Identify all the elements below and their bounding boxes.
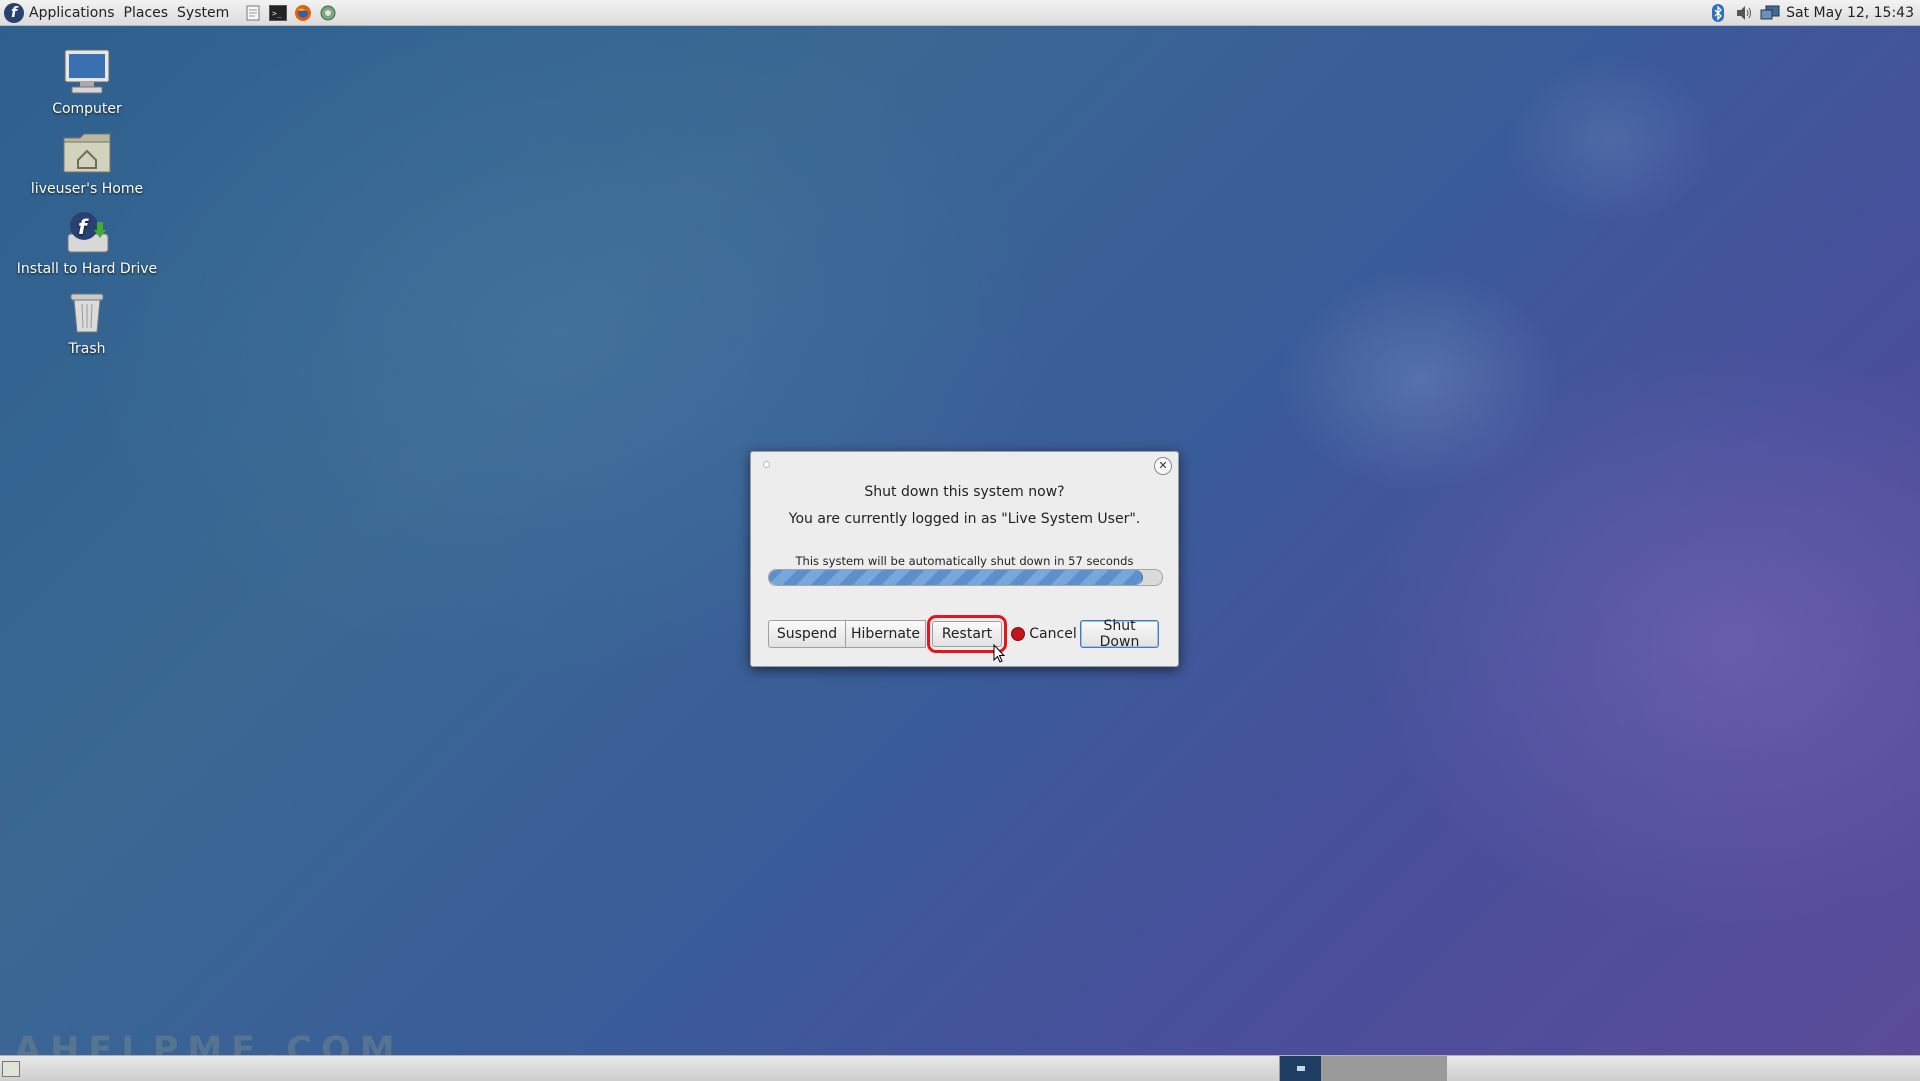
home-folder-icon	[61, 126, 113, 178]
clock[interactable]: Sat May 12, 15:43	[1786, 5, 1914, 21]
network-icon[interactable]	[318, 3, 338, 23]
cancel-icon	[1011, 627, 1026, 641]
workspace-4[interactable]	[1405, 1056, 1447, 1081]
shutdown-dialog: ✕ Shut down this system now? You are cur…	[750, 451, 1179, 667]
window-menu-icon[interactable]	[763, 461, 770, 468]
desktop-icon-label: liveuser's Home	[30, 181, 144, 197]
dialog-button-row: Suspend Hibernate Restart Cancel Shut Do…	[768, 615, 1159, 653]
desktop-icon-trash[interactable]: Trash	[12, 286, 162, 357]
show-desktop-icon[interactable]	[2, 1061, 20, 1077]
cancel-label: Cancel	[1029, 626, 1077, 642]
workspace-3[interactable]	[1363, 1056, 1405, 1081]
terminal-icon[interactable]: >_	[268, 3, 288, 23]
fedora-logo-icon[interactable]: f	[4, 2, 24, 23]
restart-button[interactable]: Restart	[932, 621, 1002, 647]
mouse-cursor-icon	[993, 644, 1005, 663]
suspend-button[interactable]: Suspend	[768, 620, 846, 648]
workspace-switcher	[1279, 1056, 1447, 1081]
workspace-2[interactable]	[1321, 1056, 1363, 1081]
menu-system[interactable]: System	[177, 5, 229, 21]
dialog-title: Shut down this system now?	[864, 484, 1065, 500]
svg-text:>_: >_	[272, 9, 282, 18]
desktop-icon-home[interactable]: liveuser's Home	[12, 126, 162, 197]
network-status-icon[interactable]	[1760, 3, 1780, 23]
menu-places[interactable]: Places	[124, 5, 169, 21]
cancel-button[interactable]: Cancel	[1008, 620, 1080, 648]
countdown-text: This system will be automatically shut d…	[795, 554, 1134, 568]
text-editor-icon[interactable]	[243, 3, 263, 23]
desktop-icon-label: Install to Hard Drive	[16, 261, 158, 277]
bluetooth-icon[interactable]	[1708, 3, 1728, 23]
desktop-icon-label: Trash	[68, 341, 106, 357]
shut-down-button[interactable]: Shut Down	[1080, 618, 1159, 650]
volume-icon[interactable]	[1734, 3, 1754, 23]
countdown-progress-bar	[768, 569, 1163, 586]
desktop-icon-computer[interactable]: Computer	[12, 46, 162, 117]
desktop-icon-label: Computer	[52, 101, 122, 117]
top-panel: f Applications Places System >_ Sat May …	[0, 0, 1920, 26]
progress-fill	[769, 570, 1144, 585]
hibernate-button[interactable]: Hibernate	[846, 620, 926, 648]
computer-icon	[61, 46, 113, 98]
menu-applications[interactable]: Applications	[29, 5, 115, 21]
desktop-icon-install[interactable]: f Install to Hard Drive	[12, 206, 162, 277]
system-tray: Sat May 12, 15:43	[1702, 3, 1914, 23]
install-icon: f	[61, 206, 113, 258]
workspace-1[interactable]	[1279, 1056, 1321, 1081]
bottom-panel	[0, 1055, 1920, 1081]
close-icon[interactable]: ✕	[1154, 457, 1172, 475]
trash-icon	[61, 286, 113, 338]
dialog-subtitle: You are currently logged in as "Live Sys…	[788, 511, 1141, 527]
firefox-icon[interactable]	[293, 3, 313, 23]
